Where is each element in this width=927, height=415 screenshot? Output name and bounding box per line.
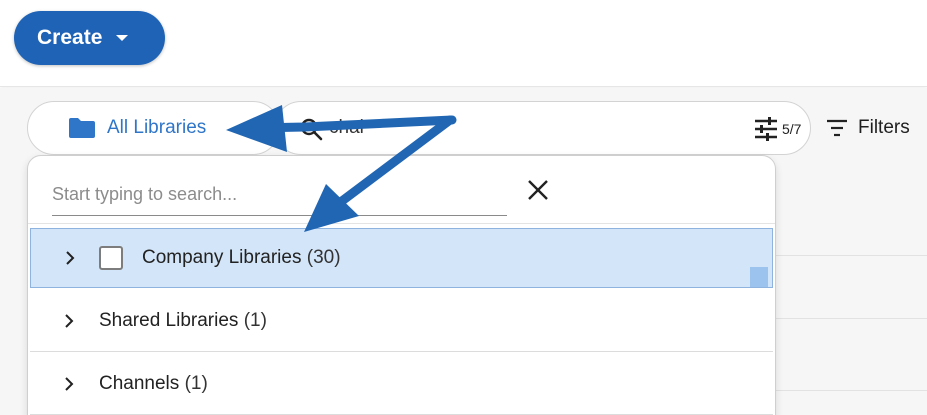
top-bar: Create	[0, 0, 927, 87]
filters-button[interactable]: Filters	[826, 114, 910, 142]
create-label: Create	[37, 26, 103, 49]
tree-item-shared-libraries[interactable]: Shared Libraries (1)	[30, 290, 773, 352]
tree-item-channels[interactable]: Channels (1)	[30, 353, 773, 415]
chevron-right-icon[interactable]	[63, 251, 77, 265]
divider	[776, 318, 927, 319]
page: Create All Libraries chai 5/7 Filters St…	[0, 0, 927, 415]
scrollbar-thumb[interactable]	[750, 267, 768, 287]
divider	[776, 255, 927, 256]
library-search-input[interactable]	[52, 174, 507, 216]
divider	[28, 223, 775, 224]
caret-down-icon	[116, 35, 129, 41]
chevron-right-icon[interactable]	[62, 376, 76, 391]
filters-label: Filters	[858, 117, 910, 138]
library-selector-label: All Libraries	[107, 117, 207, 138]
create-button[interactable]: Create	[14, 11, 165, 65]
tree-item-label: Shared Libraries (1)	[99, 309, 267, 331]
tune-icon[interactable]	[753, 116, 779, 142]
checkbox[interactable]	[99, 246, 123, 270]
library-dropdown: Company Libraries (30) Shared Libraries …	[27, 155, 776, 415]
search-bar[interactable]: chai 5/7	[274, 101, 811, 155]
chevron-right-icon[interactable]	[62, 313, 76, 328]
tree-item-label: Company Libraries (30)	[142, 247, 341, 268]
divider	[776, 390, 927, 391]
search-icon	[300, 118, 323, 141]
library-selector[interactable]: All Libraries	[27, 101, 280, 155]
tree-item-company-libraries[interactable]: Company Libraries (30)	[30, 228, 773, 288]
folder-icon	[69, 118, 95, 138]
close-icon[interactable]	[526, 178, 550, 202]
filter-count-badge: 5/7	[782, 121, 802, 137]
filter-icon	[827, 119, 847, 137]
tree-item-label: Channels (1)	[99, 372, 208, 394]
search-input[interactable]: chai	[329, 117, 364, 139]
